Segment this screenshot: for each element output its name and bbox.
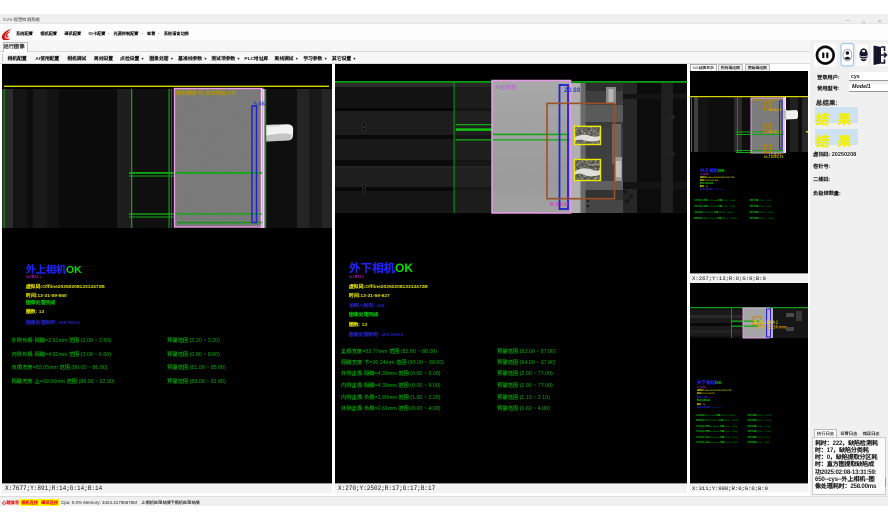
svg-text:固定阈值:93, 动态阈值:100: 固定阈值:93, 动态阈值:100: [176, 90, 236, 97]
svg-text:AI检测框: AI检测框: [495, 83, 517, 91]
svg-text:78.76 0.00: 78.76 0.00: [549, 202, 568, 208]
svg-text:5.46: 5.46: [254, 100, 265, 108]
svg-text:13.48 1.5: 13.48 1.5: [768, 130, 782, 134]
svg-text:固定阈值:93, 动态阈值:100: 固定阈值:93, 动态阈值:100: [753, 98, 781, 102]
svg-text:13.48 1.6: 13.48 1.6: [768, 108, 782, 112]
svg-text:20.88: 20.88: [563, 84, 581, 94]
svg-text:20.88 95.24 mm: 20.88 95.24 mm: [756, 325, 786, 331]
svg-text:53.2 41 R8,2 R: 53.2 41 R8,2 R: [763, 155, 784, 159]
